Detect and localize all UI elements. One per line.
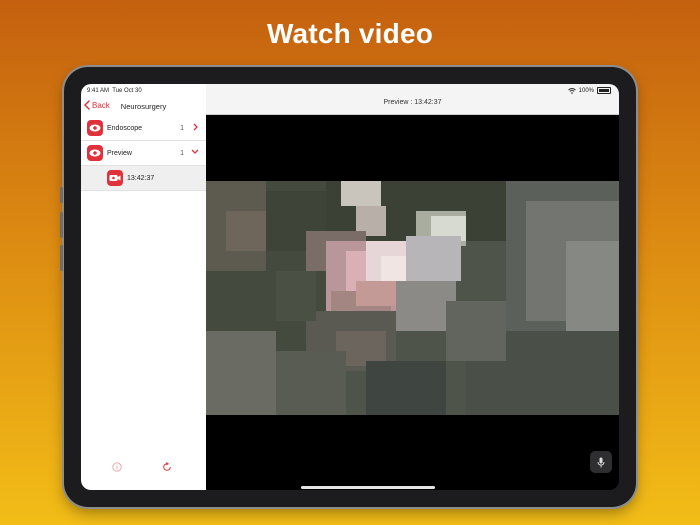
refresh-icon[interactable] xyxy=(162,462,172,472)
chevron-right-icon xyxy=(193,123,198,131)
screen: 9:41 AM Tue Oct 30 Back Neurosurgery End… xyxy=(81,84,619,490)
microphone-icon xyxy=(597,457,605,467)
video-title: Preview : 13:42:37 xyxy=(383,99,442,106)
microphone-button[interactable] xyxy=(590,451,612,473)
battery-percent: 100% xyxy=(578,87,594,94)
status-bar-right: 100% xyxy=(206,84,619,97)
list-item-label: Preview xyxy=(107,149,132,157)
list-item-preview[interactable]: Preview 1 xyxy=(81,141,206,166)
headline: Watch video xyxy=(266,18,434,49)
volume-button xyxy=(60,187,63,203)
main-navbar: 100% Preview : 13:42:37 xyxy=(206,84,619,115)
video-frame xyxy=(206,181,619,415)
status-time: 9:41 AM xyxy=(87,87,110,94)
volume-button xyxy=(60,245,63,271)
home-indicator xyxy=(301,486,435,489)
list-item-endoscope[interactable]: Endoscope 1 xyxy=(81,116,206,141)
wifi-icon xyxy=(567,87,576,94)
recording-list: Endoscope 1 Preview 1 13:42:37 xyxy=(81,116,206,191)
list-item-label: 13:42:37 xyxy=(127,174,155,182)
battery-icon xyxy=(597,87,611,94)
ipad-frame: 9:41 AM Tue Oct 30 Back Neurosurgery End… xyxy=(60,67,636,507)
list-item-label: Endoscope xyxy=(107,124,143,132)
video-camera-icon xyxy=(107,170,123,186)
info-icon[interactable] xyxy=(112,462,122,472)
video-player[interactable] xyxy=(206,181,619,415)
chevron-down-icon xyxy=(191,149,199,154)
status-date: Tue Oct 30 xyxy=(112,87,142,94)
status-bar: 9:41 AM Tue Oct 30 xyxy=(81,84,206,97)
list-item-count: 1 xyxy=(180,124,184,132)
list-item-recording[interactable]: 13:42:37 xyxy=(81,166,206,191)
main-pane: 100% Preview : 13:42:37 xyxy=(206,84,619,490)
list-item-count: 1 xyxy=(180,149,184,157)
eye-icon xyxy=(87,145,103,161)
volume-button xyxy=(60,212,63,238)
eye-icon xyxy=(87,120,103,136)
sidebar-title: Neurosurgery xyxy=(120,102,167,111)
sidebar: 9:41 AM Tue Oct 30 Back Neurosurgery End… xyxy=(81,84,207,490)
